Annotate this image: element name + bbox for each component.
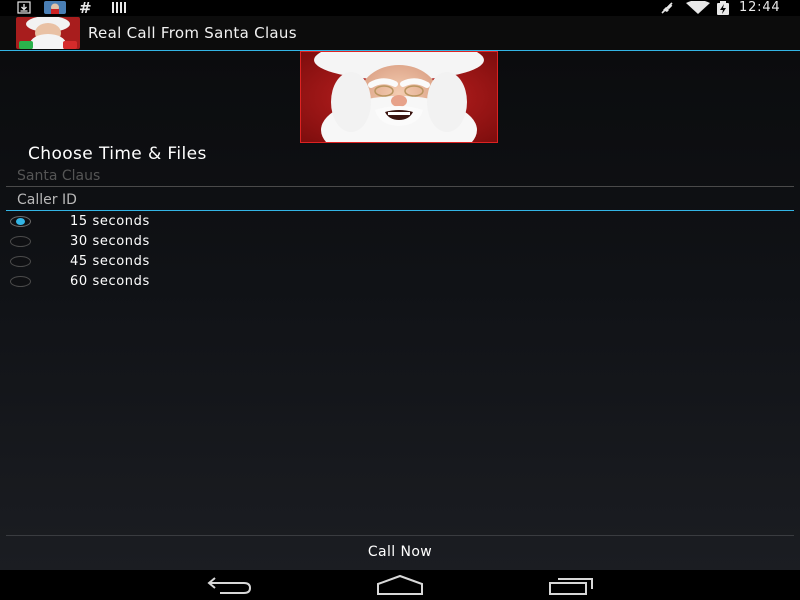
santa-name-field[interactable] — [6, 165, 794, 187]
main-content: Choose Time & Files 15 seconds 30 second… — [0, 51, 800, 570]
radio-option-15-seconds[interactable]: 15 seconds — [0, 212, 400, 232]
hash-icon: # — [79, 0, 92, 17]
radio-label: 45 seconds — [70, 254, 150, 269]
action-bar: Real Call From Santa Claus — [0, 16, 800, 51]
call-now-button[interactable]: Call Now — [6, 535, 794, 569]
back-icon[interactable] — [206, 574, 252, 600]
radio-button-checked[interactable] — [10, 216, 31, 227]
radio-label: 60 seconds — [70, 274, 150, 289]
status-time: 12:44 — [739, 0, 781, 15]
radio-option-60-seconds[interactable]: 60 seconds — [0, 272, 400, 292]
navigation-bar — [0, 570, 800, 600]
section-heading: Choose Time & Files — [28, 144, 207, 164]
recent-apps-icon[interactable] — [548, 574, 596, 600]
radio-button[interactable] — [10, 256, 31, 267]
caller-id-field[interactable] — [6, 189, 794, 211]
radio-button[interactable] — [10, 276, 31, 287]
radio-label: 15 seconds — [70, 214, 150, 229]
radio-button[interactable] — [10, 236, 31, 247]
santa-app-icon[interactable] — [16, 17, 80, 49]
radio-option-45-seconds[interactable]: 45 seconds — [0, 252, 400, 272]
home-icon[interactable] — [376, 574, 424, 600]
santa-photo — [300, 51, 498, 143]
radio-label: 30 seconds — [70, 234, 150, 249]
status-bar: # 12:44 — [0, 0, 800, 17]
radio-option-30-seconds[interactable]: 30 seconds — [0, 232, 400, 252]
app-title: Real Call From Santa Claus — [88, 24, 297, 42]
